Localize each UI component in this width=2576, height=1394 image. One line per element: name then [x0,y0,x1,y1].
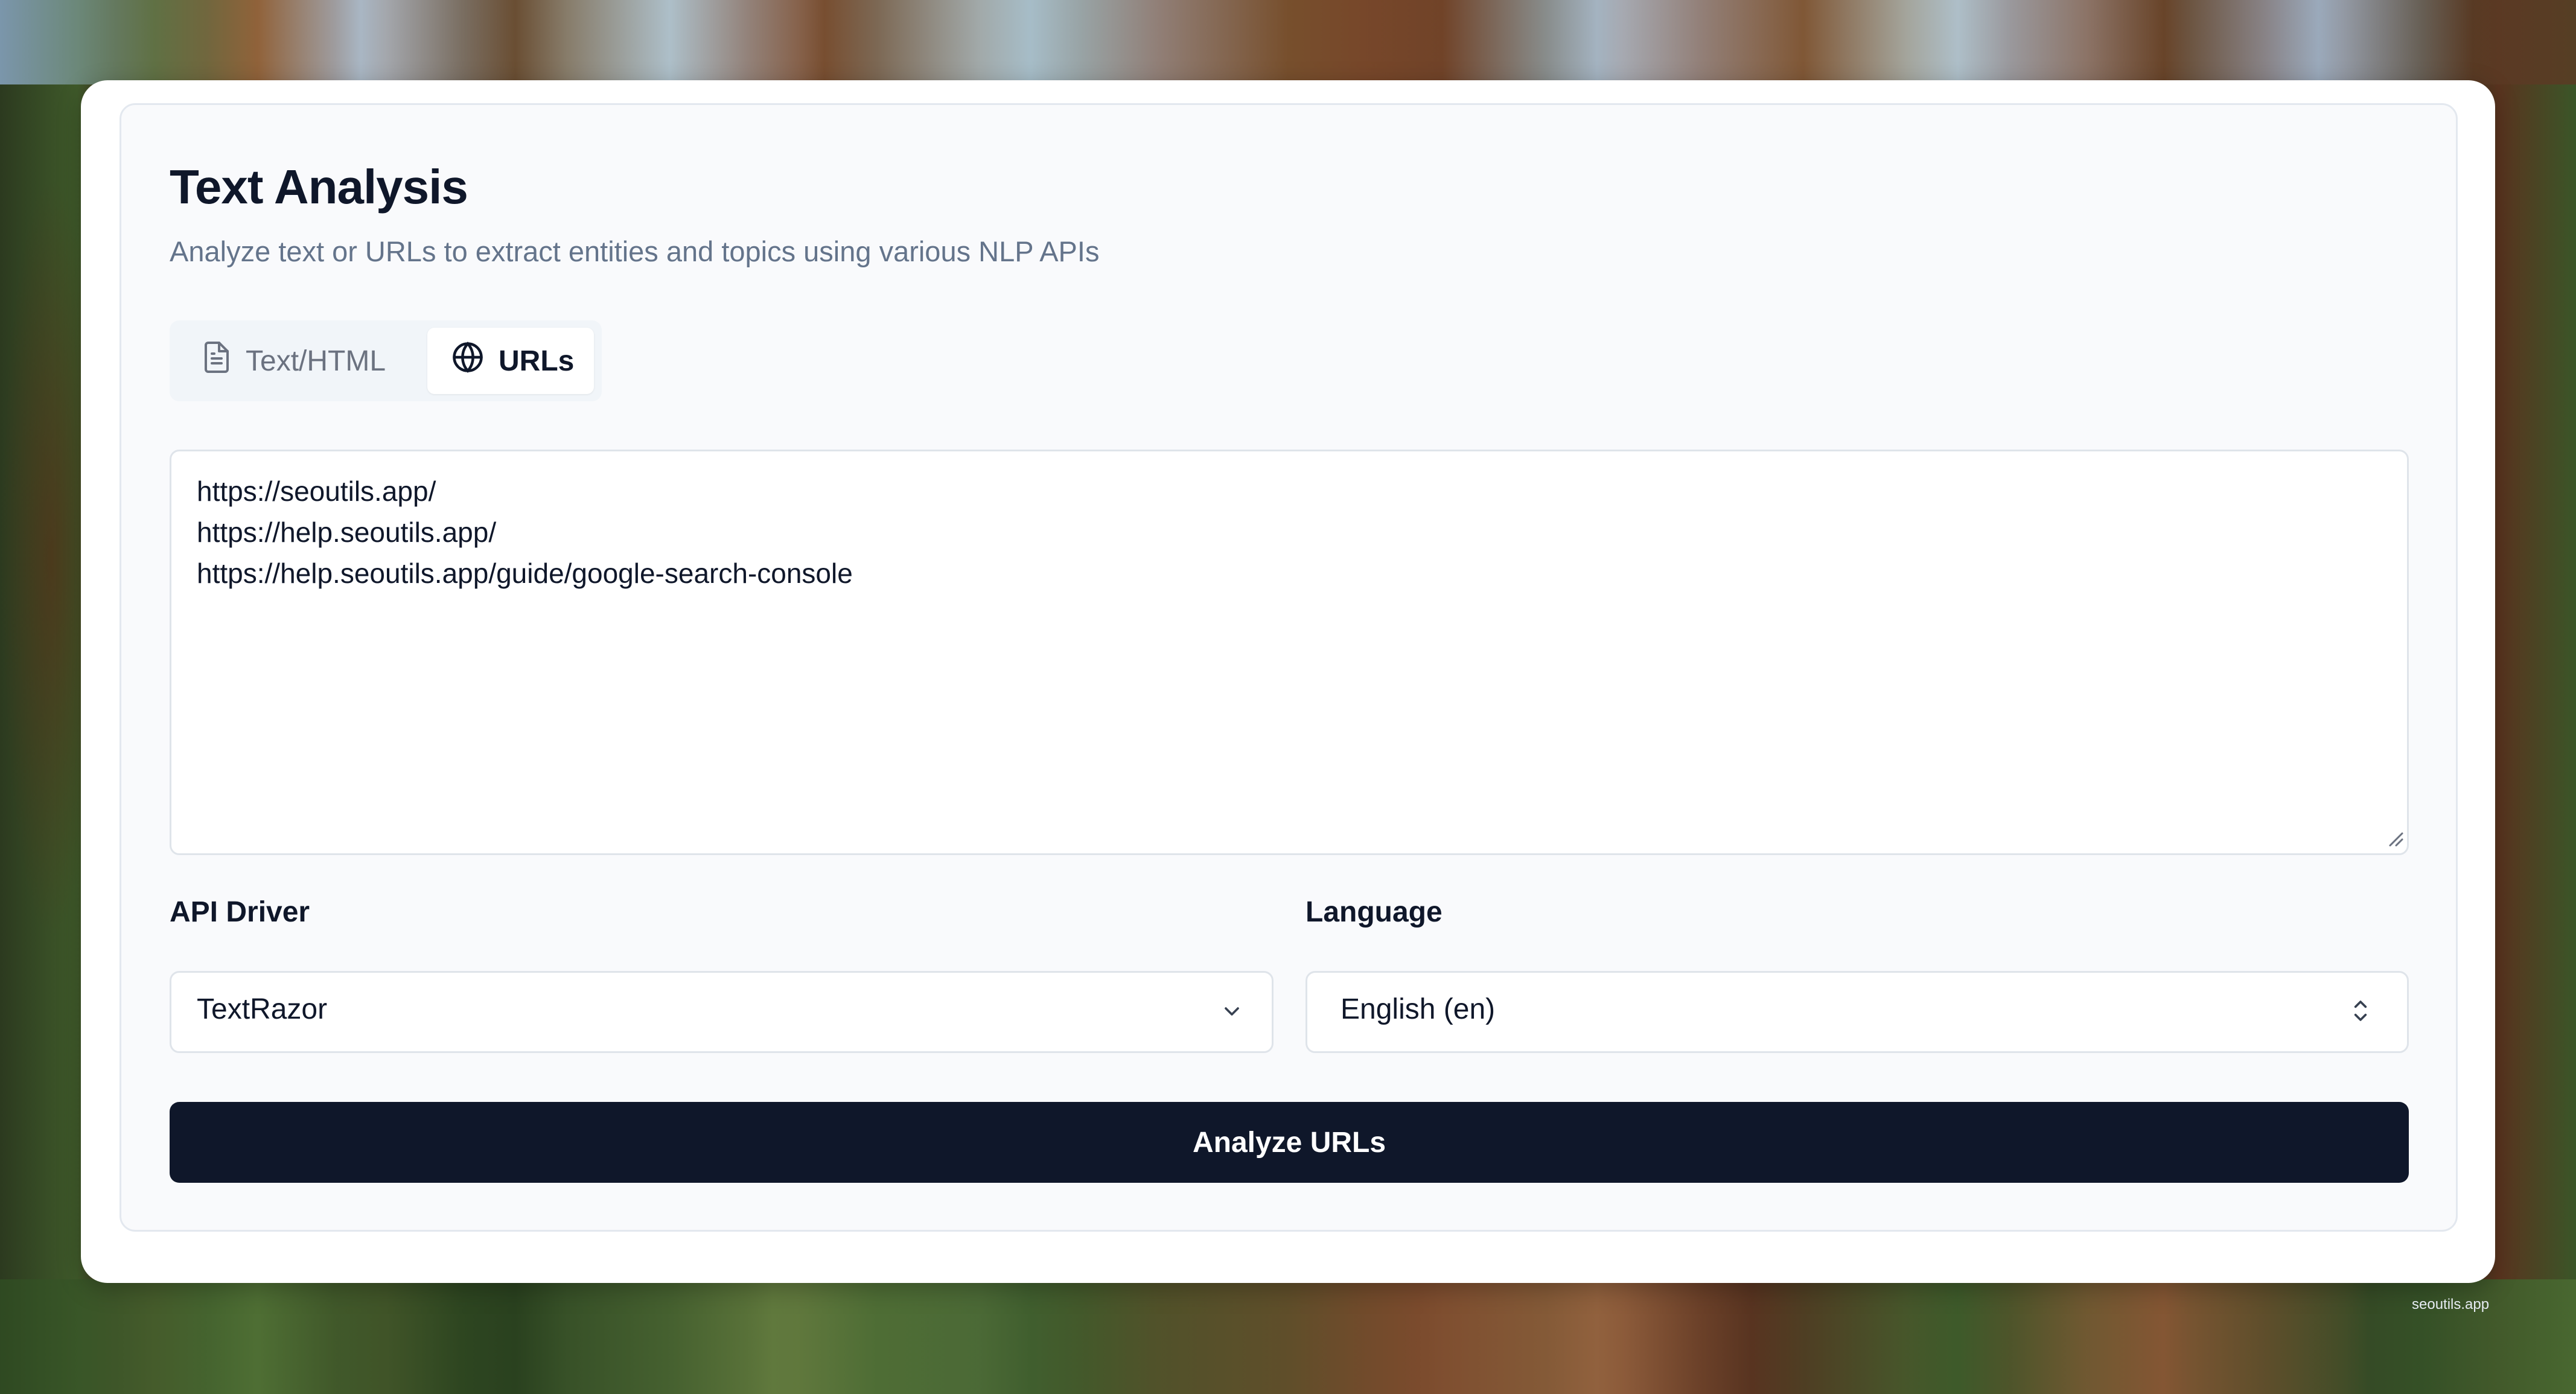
url-line: https://seoutils.app/ [197,476,436,507]
url-line: https://help.seoutils.app/guide/google-s… [197,558,853,589]
input-mode-tabs: Text/HTML URLs [170,320,602,401]
page-subtitle: Analyze text or URLs to extract entities… [170,235,1100,267]
api-driver-label: API Driver [170,896,310,928]
chevron-down-icon [1220,999,1244,1026]
language-label: Language [1306,896,1443,928]
api-driver-value: TextRazor [197,993,328,1025]
tab-text-html-label: Text/HTML [246,345,386,377]
document-icon [202,340,231,381]
url-input-textarea[interactable]: https://seoutils.app/ https://help.seout… [170,450,2409,855]
globe-icon [451,341,484,381]
analyze-urls-button[interactable]: Analyze URLs [170,1102,2409,1183]
chevrons-up-down-icon [2348,995,2373,1030]
watermark-text: seoutils.app [2412,1296,2490,1313]
language-select[interactable]: English (en) [1306,971,2409,1053]
url-list: https://seoutils.app/ https://help.seout… [197,471,853,594]
outer-card: Text Analysis Analyze text or URLs to ex… [81,80,2495,1283]
language-value: English (en) [1341,993,1496,1025]
resize-handle-icon[interactable] [2386,830,2405,851]
tab-urls-label: URLs [499,345,575,377]
tab-text-html[interactable]: Text/HTML [178,328,426,394]
tab-urls[interactable]: URLs [427,328,594,394]
url-line: https://help.seoutils.app/ [197,517,497,548]
text-analysis-card: Text Analysis Analyze text or URLs to ex… [120,103,2458,1232]
background-forest-bottom [0,1279,2576,1394]
background-forest-top [0,0,2576,84]
page-title: Text Analysis [170,160,468,214]
api-driver-select[interactable]: TextRazor [170,971,1274,1053]
